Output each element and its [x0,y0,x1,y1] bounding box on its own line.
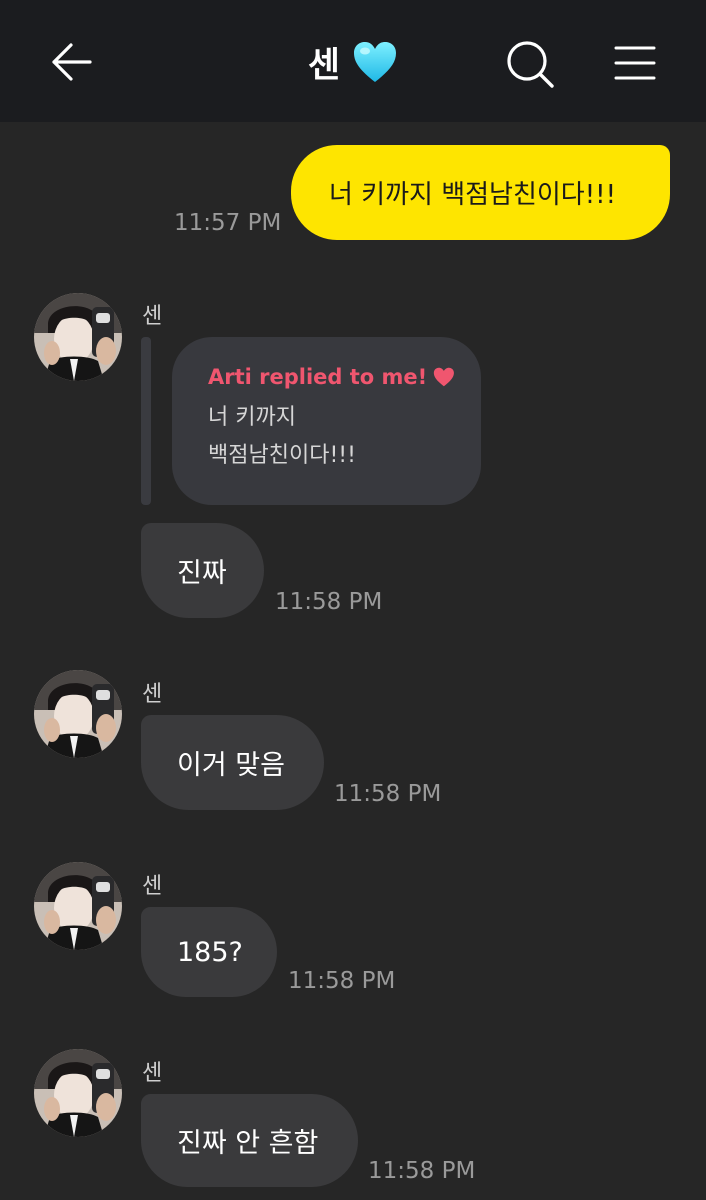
message-bubble[interactable]: 진짜 [141,523,264,618]
message-text: 이거 맞음 [177,750,285,781]
message-text: 진짜 안 흔함 [177,1128,319,1159]
message-time: 11:58 PM [334,781,442,807]
reply-title-row: Arti replied to me! [208,365,455,389]
reply-indicator-bar [141,337,151,505]
profile-photo [34,293,122,381]
message-bubble[interactable]: 이거 맞음 [141,715,324,810]
sender-name: 센 [142,1061,163,1086]
profile-photo [34,670,122,758]
chat-header: 센 [0,0,706,122]
message-time: 11:58 PM [368,1158,476,1184]
chat-title-area: 센 [0,34,706,90]
search-button[interactable] [502,36,558,92]
menu-icon [614,46,656,80]
message-bubble[interactable]: 진짜 안 흔함 [141,1094,358,1187]
back-button[interactable] [44,37,98,87]
profile-photo [34,1049,122,1137]
sender-name: 센 [142,874,163,899]
sender-name: 센 [142,682,163,707]
message-text: 185? [177,936,243,968]
avatar[interactable] [34,670,122,758]
message-text: 너 키까지 백점남친이다!!! [329,180,616,210]
profile-photo [34,862,122,950]
chat-title: 센 [307,45,341,86]
reply-quoted-text: 너 키까지 백점남친이다!!! [208,405,356,468]
message-bubble[interactable]: 185? [141,907,277,997]
blue-heart-icon [354,42,397,82]
sender-name: 센 [142,304,163,329]
message-time: 11:58 PM [275,589,383,615]
message-time: 11:57 PM [174,210,282,236]
reply-title: Arti replied to me! [208,365,428,389]
reply-card[interactable]: Arti replied to me! 너 키까지 백점남친이다!!! [172,337,481,505]
message-text: 진짜 [177,558,227,589]
search-icon [507,41,554,88]
my-message-bubble[interactable]: 너 키까지 백점남친이다!!! [291,145,670,240]
avatar[interactable] [34,1049,122,1137]
menu-button[interactable] [607,38,663,88]
arrow-left-icon [52,43,92,81]
message-time: 11:58 PM [288,968,396,994]
avatar[interactable] [34,862,122,950]
avatar[interactable] [34,293,122,381]
red-heart-icon [434,367,455,387]
